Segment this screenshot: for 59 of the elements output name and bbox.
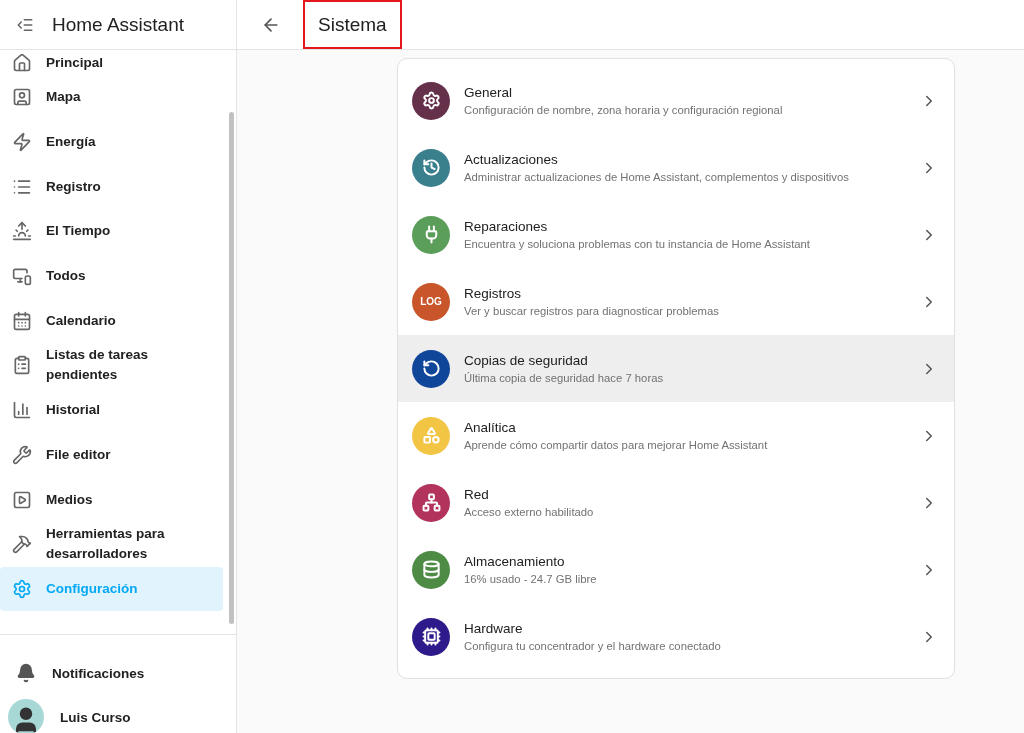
scrollbar[interactable] bbox=[229, 112, 234, 624]
row-subtitle: Administrar actualizaciones de Home Assistant, complementos y dispositivos bbox=[464, 171, 850, 183]
sidebar-item[interactable]: Medios bbox=[0, 477, 223, 522]
sidebar-item[interactable]: Herramientas para desarrolladores bbox=[0, 521, 223, 567]
row-title: Registros bbox=[464, 286, 523, 301]
settings-row[interactable]: Analítica Aprende cómo compartir datos para mejorar Home Assistant bbox=[398, 402, 954, 469]
notifications-item[interactable]: Notificaciones bbox=[0, 657, 236, 689]
row-subtitle: Configuración de nombre, zona horaria y configuración regional bbox=[464, 104, 784, 116]
bar-chart-icon bbox=[12, 400, 32, 421]
sidebar-item[interactable]: Principal bbox=[0, 50, 223, 75]
row-subtitle: Aprende cómo compartir datos para mejorar Home Assistant bbox=[464, 439, 769, 451]
wrench-icon bbox=[12, 444, 32, 465]
sidebar-item[interactable]: Historial bbox=[0, 387, 223, 433]
bell-icon bbox=[16, 663, 36, 683]
row-title: Almacenamiento bbox=[464, 554, 566, 569]
row-title: Hardware bbox=[464, 621, 524, 636]
row-title: Copias de seguridad bbox=[464, 353, 589, 368]
row-subtitle: Ver y buscar registros para diagnosticar problemas bbox=[464, 305, 720, 317]
settings-row[interactable]: Red Acceso externo habilitado bbox=[398, 469, 954, 536]
clipboard-icon bbox=[12, 355, 32, 376]
row-subtitle: Configura tu concentrador y el hardware conectado bbox=[464, 640, 722, 652]
row-title: Red bbox=[464, 487, 490, 502]
log-badge: LOG bbox=[412, 282, 450, 321]
settings-row[interactable]: General Configuración de nombre, zona horaria y configuración regional bbox=[398, 67, 954, 134]
avatar bbox=[8, 699, 44, 733]
sidebar-item[interactable]: File editor bbox=[0, 432, 223, 478]
sidebar-item[interactable]: El Tiempo bbox=[0, 209, 223, 254]
row-subtitle: Última copia de seguridad hace 7 horas bbox=[464, 372, 665, 384]
sidebar-item[interactable]: Calendario bbox=[0, 298, 223, 344]
sidebar-item[interactable]: Mapa bbox=[0, 75, 223, 120]
row-title: Actualizaciones bbox=[464, 152, 559, 167]
row-subtitle: Encuentra y soluciona problemas con tu instancia de Home Assistant bbox=[464, 238, 811, 250]
sidebar-item[interactable]: Todos bbox=[0, 253, 223, 299]
settings-row[interactable]: Hardware Configura tu concentrador y el hardware conectado bbox=[398, 603, 954, 670]
user-item[interactable]: Luis Curso bbox=[0, 701, 236, 733]
person-card-icon bbox=[12, 87, 32, 108]
page-title: Sistema bbox=[303, 0, 402, 49]
devices-icon bbox=[12, 266, 32, 287]
settings-icon bbox=[12, 578, 32, 599]
play-icon bbox=[12, 489, 32, 510]
settings-row[interactable]: Almacenamiento 16% usado - 24.7 GB libre bbox=[398, 536, 954, 603]
settings-row[interactable]: Actualizaciones Administrar actualizaciones de Home Assistant, complementos y dispositivos bbox=[398, 134, 954, 201]
sidebar-item[interactable]: Listas de tareas pendientes bbox=[0, 343, 223, 388]
settings-row[interactable]: LOG Registros Ver y buscar registros para diagnosticar problemas bbox=[398, 268, 954, 335]
hammer-icon bbox=[12, 534, 32, 555]
row-title: General bbox=[464, 85, 514, 100]
sidebar-item[interactable]: Registro bbox=[0, 164, 223, 210]
row-title: Analítica bbox=[464, 420, 517, 435]
calendar-icon bbox=[12, 310, 32, 331]
sidebar-item[interactable]: Energía bbox=[0, 119, 223, 165]
row-subtitle: 16% usado - 24.7 GB libre bbox=[464, 573, 598, 585]
settings-row[interactable]: Reparaciones Encuentra y soluciona problemas con tu instancia de Home Assistant bbox=[398, 201, 954, 268]
row-subtitle: Acceso externo habilitado bbox=[464, 506, 595, 518]
sunrise-icon bbox=[12, 221, 32, 242]
home-icon bbox=[12, 52, 32, 73]
app-title: Home Assistant bbox=[52, 13, 184, 36]
row-title: Reparaciones bbox=[464, 219, 549, 234]
lightning-icon bbox=[12, 132, 32, 153]
settings-row[interactable]: Copias de seguridad Última copia de seguridad hace 7 horas bbox=[398, 335, 954, 402]
